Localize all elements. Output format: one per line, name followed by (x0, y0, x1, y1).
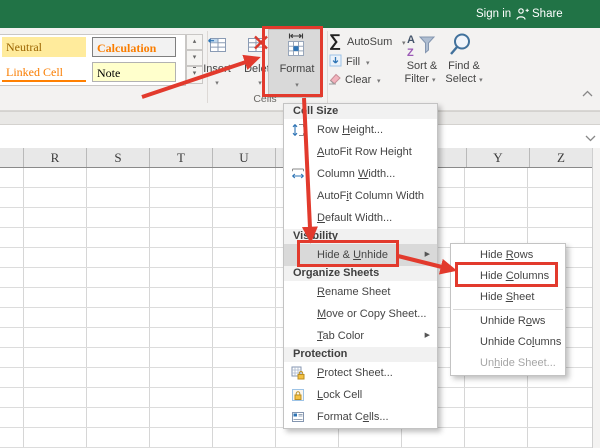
sign-in-button[interactable]: Sign in (476, 7, 511, 21)
svg-text:Z: Z (407, 47, 414, 59)
menu-item-lock-cell[interactable]: Lock Cell (284, 384, 437, 406)
find-select-button-line2[interactable]: Select ▾ (440, 73, 488, 85)
format-button-label[interactable]: Format (271, 63, 323, 76)
column-header-z[interactable]: Z (529, 148, 592, 167)
menu-item-move-or-copy-sheet[interactable]: Move or Copy Sheet... (284, 303, 437, 325)
column-header-r[interactable]: R (23, 148, 86, 167)
submenu-item-hide-columns[interactable]: Hide Columns (451, 266, 565, 287)
menu-item-autofit-column-width[interactable]: AutoFit Column Width (284, 185, 437, 207)
find-select-button[interactable]: Find & (442, 60, 486, 72)
clear-button[interactable]: Clear (345, 74, 371, 86)
sort-filter-button[interactable]: Sort & (400, 60, 444, 72)
sort-filter-caret-icon: ▾ (432, 77, 436, 84)
autosum-sigma-icon: ∑ (329, 31, 342, 50)
lock-cell-icon (291, 388, 305, 402)
style-chip-linked-cell[interactable]: Linked Cell (2, 62, 86, 82)
share-person-icon (516, 7, 529, 25)
column-header-y[interactable]: Y (466, 148, 529, 167)
fill-caret-icon[interactable]: ▾ (366, 59, 370, 67)
style-chip-note[interactable]: Note (92, 62, 176, 82)
collapse-ribbon-icon[interactable] (582, 84, 593, 102)
sort-filter-button-line2[interactable]: Filter ▾ (398, 73, 442, 85)
format-cells-size-icon (284, 31, 308, 66)
column-header-u[interactable]: U (212, 148, 275, 167)
column-header-s[interactable]: S (86, 148, 149, 167)
flyout-arrow-icon: ▶ (424, 332, 430, 339)
clear-caret-icon[interactable]: ▾ (377, 77, 381, 85)
find-select-caret-icon: ▾ (479, 77, 483, 84)
submenu-item-hide-sheet[interactable]: Hide Sheet (451, 287, 565, 308)
menu-item-hide-unhide[interactable]: Hide & Unhide ▶ (284, 244, 437, 266)
menu-item-rename-sheet[interactable]: Rename Sheet (284, 281, 437, 303)
menu-section-organize-sheets: Organize Sheets (284, 266, 437, 281)
insert-caret-icon[interactable]: ▾ (195, 79, 239, 87)
autosum-button[interactable]: AutoSum (347, 36, 392, 48)
flyout-arrow-icon: ▶ (424, 251, 430, 258)
menu-item-column-width[interactable]: Column Width... (284, 163, 437, 185)
menu-section-protection: Protection (284, 347, 437, 362)
clear-eraser-icon (327, 71, 343, 90)
format-menu: Cell Size Row Height... AutoFit Row Heig… (283, 103, 438, 429)
share-button[interactable]: Share (532, 7, 563, 21)
vertical-scrollbar[interactable] (592, 148, 600, 448)
delete-cells-icon (246, 33, 270, 64)
menu-item-autofit-row-height[interactable]: AutoFit Row Height (284, 141, 437, 163)
format-caret-icon[interactable]: ▾ (271, 81, 323, 89)
insert-cells-icon (206, 33, 228, 64)
menu-item-default-width[interactable]: Default Width... (284, 207, 437, 229)
fill-button[interactable]: Fill (346, 56, 360, 68)
menu-item-protect-sheet[interactable]: Protect Sheet... (284, 362, 437, 384)
expand-formula-bar-icon[interactable] (585, 129, 596, 147)
title-bar: Sign in Share (0, 0, 600, 28)
submenu-item-unhide-sheet: Unhide Sheet... (480, 357, 556, 369)
excel-window: Sign in Share Neutral Calculation Linked… (0, 0, 600, 448)
insert-button[interactable]: Insert (195, 63, 239, 76)
group-separator (327, 31, 328, 103)
style-chip-neutral[interactable]: Neutral (2, 37, 86, 57)
menu-item-format-cells[interactable]: Format Cells... (284, 406, 437, 428)
submenu-separator (453, 309, 563, 310)
menu-item-tab-color[interactable]: Tab Color ▶ (284, 325, 437, 347)
gallery-scroll-up-icon[interactable]: ▴ (186, 34, 203, 50)
menu-item-row-height[interactable]: Row Height... (284, 119, 437, 141)
fill-icon (329, 54, 342, 72)
protect-sheet-icon (291, 366, 305, 380)
hide-unhide-submenu: Hide Rows Hide Columns Hide Sheet Unhide… (450, 243, 566, 376)
style-chip-calculation[interactable]: Calculation (92, 37, 176, 57)
format-cells-dialog-icon (291, 410, 305, 424)
submenu-item-unhide-columns[interactable]: Unhide Columns (451, 332, 565, 353)
gallery-scroll: ▴ ▾ ▾ (186, 34, 203, 84)
row-height-icon (291, 123, 305, 137)
column-header-t[interactable]: T (149, 148, 212, 167)
column-width-icon (291, 167, 305, 181)
svg-text:A: A (407, 34, 415, 46)
menu-section-visibility: Visibility (284, 229, 437, 244)
submenu-item-hide-rows[interactable]: Hide Rows (451, 245, 565, 266)
menu-section-cell-size: Cell Size (284, 104, 437, 119)
submenu-item-unhide-rows[interactable]: Unhide Rows (451, 311, 565, 332)
